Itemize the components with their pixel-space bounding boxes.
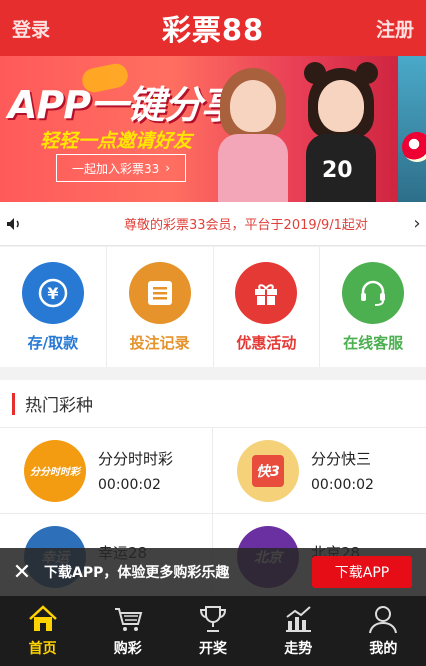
app-page: 登录 彩票88 注册 APP一键分享 轻轻一点邀请好友 一起加入彩票33 › 2… [0,0,426,666]
bottom-tabbar: 首页 购彩 开奖 走势 我的 [0,596,426,666]
section-title: 热门彩种 [25,396,93,416]
tab-draw-results[interactable]: 开奖 [170,596,255,666]
banner-subtitle: 轻轻一点邀请好友 [40,130,193,152]
cart-icon [114,608,143,631]
lottery-badge-text: 快3 [252,454,284,487]
tab-label: 首页 [28,641,57,657]
promo-banner[interactable]: APP一键分享 轻轻一点邀请好友 一起加入彩票33 › 20 [0,56,426,202]
tab-trends[interactable]: 走势 [256,596,341,666]
lottery-logo-icon: 分分时时彩 [24,439,86,502]
download-app-bar: ✕ 下载APP，体验更多购彩乐趣 下载APP [0,548,426,596]
banner-next-slide [398,56,426,202]
svg-text:¥: ¥ [47,284,58,303]
list-icon [128,261,191,324]
banner-model-left [212,62,292,202]
trophy-icon [199,606,227,632]
quick-menu-promotions[interactable]: 优惠活动 [214,247,321,367]
tab-label: 走势 [284,641,313,657]
home-icon [28,605,57,631]
quick-menu-bet-records[interactable]: 投注记录 [107,247,214,367]
yen-cycle-icon: ¥ [21,261,84,324]
banner-join-label: 一起加入彩票33 [71,161,160,176]
download-message: 下载APP，体验更多购彩乐趣 [44,565,230,581]
gift-icon [235,261,298,324]
lottery-item[interactable]: 分分时时彩 分分时时彩 00:00:02 [0,428,213,514]
download-app-button[interactable]: 下载APP [312,556,412,588]
quick-menu-label: 存/取款 [27,333,79,352]
tab-label: 我的 [369,641,398,657]
chevron-right-icon[interactable]: › [408,213,426,234]
tab-home[interactable]: 首页 [0,596,85,666]
tab-label: 开奖 [199,641,227,657]
section-header: 热门彩种 [0,380,426,428]
banner-join-button[interactable]: 一起加入彩票33 › [56,154,186,182]
speaker-icon [0,217,28,231]
tab-my-account[interactable]: 我的 [341,596,426,666]
notice-bar[interactable]: 尊敬的彩票33会员，平台于2019/9/1起对 › [0,202,426,246]
lottery-item[interactable]: 快3 分分快三 00:00:02 [213,428,426,514]
quick-menu-label: 投注记录 [129,333,190,352]
register-link[interactable]: 注册 [376,15,414,42]
close-icon[interactable]: ✕ [0,560,44,585]
lottery-badge-text: 分分时时彩 [30,467,80,478]
trend-chart-icon [286,606,312,632]
quick-menu-label: 在线客服 [343,333,404,352]
user-icon [369,606,398,634]
chevron-right-icon: › [165,161,171,175]
quick-menu-label: 优惠活动 [236,333,297,352]
lottery-name: 分分快三 [311,450,372,468]
headset-icon [342,261,405,324]
quick-menu-deposit[interactable]: ¥ 存/取款 [0,247,107,367]
login-link[interactable]: 登录 [12,15,50,42]
lottery-countdown: 00:00:02 [98,477,161,493]
top-header: 登录 彩票88 注册 [0,0,426,56]
tab-buy-lottery[interactable]: 购彩 [85,596,170,666]
notice-text: 尊敬的彩票33会员，平台于2019/9/1起对 [124,218,368,233]
quick-menu-support[interactable]: 在线客服 [320,247,426,367]
lottery-logo-icon: 快3 [237,439,299,502]
lottery-name: 分分时时彩 [98,450,174,468]
banner-title: APP一键分享 [8,83,239,127]
app-logo: 彩票88 [161,13,265,47]
section-accent-bar [12,392,15,415]
jersey-number: 20 [322,158,353,183]
lottery-countdown: 00:00:02 [311,477,374,493]
tab-label: 购彩 [113,641,142,657]
banner-model-right: 20 [300,62,380,202]
quick-menu: ¥ 存/取款 投注记录 优惠活动 在线客服 [0,247,426,367]
